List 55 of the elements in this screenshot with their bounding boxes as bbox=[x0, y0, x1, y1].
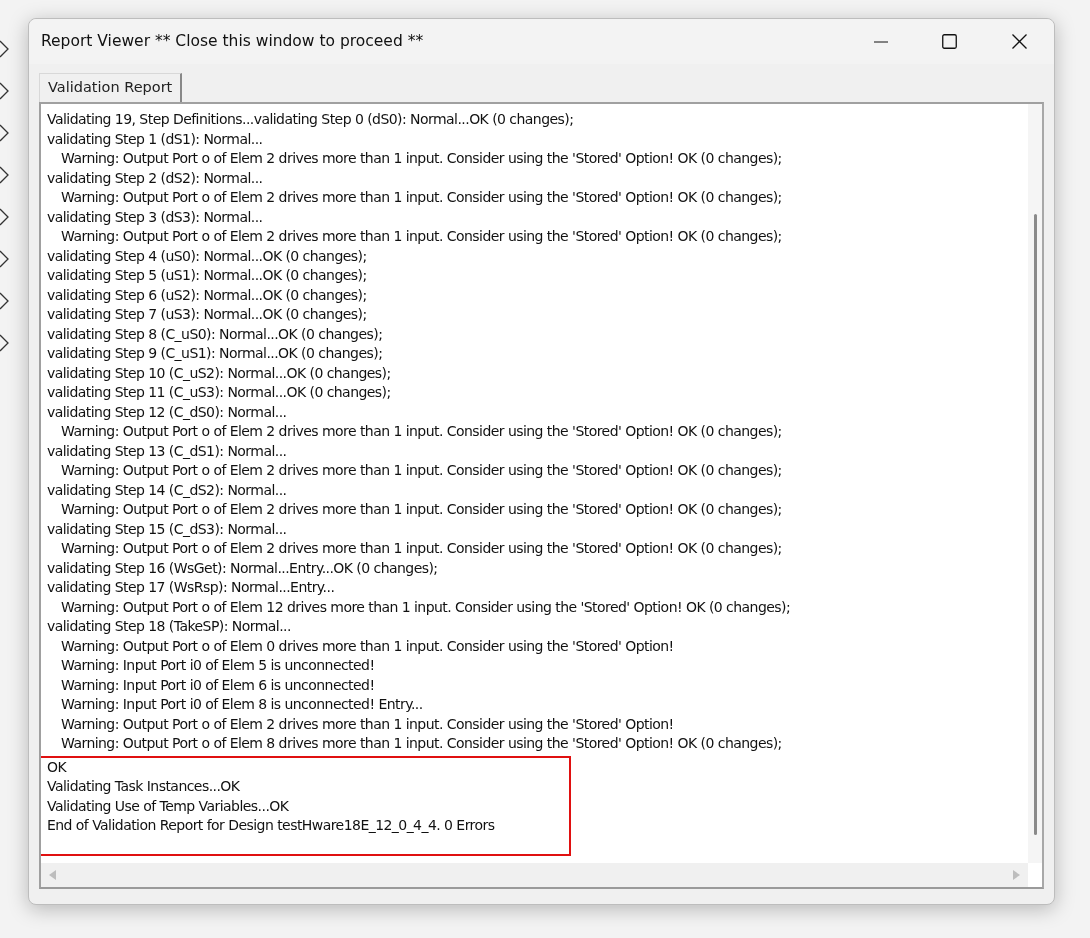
chevron-icon bbox=[0, 208, 9, 226]
chevron-icon bbox=[0, 40, 9, 58]
report-line: validating Step 17 (WsRsp): Normal...Entry... bbox=[47, 578, 335, 597]
chevron-icon bbox=[0, 82, 9, 100]
report-line: Warning: Input Port i0 of Elem 6 is unconnected! bbox=[60, 675, 375, 695]
report-line: Warning: Output Port o of Elem 12 drives more than 1 input. Consider using the 'Stored' Option! OK (0 changes); bbox=[60, 597, 791, 617]
report-line: validating Step 12 (C_dS0): Normal... bbox=[47, 402, 287, 422]
report-line: validating Step 18 (TakeSP): Normal... bbox=[47, 617, 291, 636]
report-line: validating Step 1 (dS1): Normal... bbox=[47, 129, 263, 149]
report-line: Warning: Output Port o of Elem 8 drives more than 1 input. Consider using the 'Stored' Option! OK (0 changes); bbox=[60, 734, 782, 753]
report-line: Warning: Output Port o of Elem 2 drives more than 1 input. Consider using the 'Stored' Option! OK (0 changes); bbox=[60, 500, 782, 519]
report-line: validating Step 3 (dS3): Normal... bbox=[47, 207, 263, 227]
report-line: validating Step 15 (C_dS3): Normal... bbox=[47, 519, 287, 539]
chevron-icon bbox=[0, 292, 9, 310]
report-line: validating Step 5 (uS1): Normal...OK (0 changes); bbox=[47, 266, 367, 285]
report-line: Validating 19, Step Definitions...validating Step 0 (dS0): Normal...OK (0 changes); bbox=[47, 110, 574, 129]
report-line: Validating Use of Temp Variables...OK bbox=[47, 796, 289, 816]
report-line: Warning: Input Port i0 of Elem 5 is unconnected! bbox=[60, 656, 375, 675]
report-line: Warning: Output Port o of Elem 2 drives more than 1 input. Consider using the 'Stored' Option! OK (0 changes); bbox=[60, 461, 782, 480]
report-line: Warning: Output Port o of Elem 2 drives more than 1 input. Consider using the 'Stored' Option! OK (0 changes); bbox=[60, 422, 782, 441]
scrollbar-thumb[interactable] bbox=[1033, 214, 1037, 835]
vertical-scrollbar[interactable] bbox=[1028, 104, 1042, 863]
report-line: validating Step 10 (C_uS2): Normal...OK (0 changes); bbox=[47, 363, 391, 383]
report-line: validating Step 8 (C_uS0): Normal...OK (0 changes); bbox=[47, 324, 383, 344]
report-line: validating Step 11 (C_uS3): Normal...OK (0 changes); bbox=[47, 383, 391, 402]
report-line: Warning: Output Port o of Elem 2 drives more than 1 input. Consider using the 'Stored' Option! OK (0 changes); bbox=[60, 188, 782, 207]
report-line: OK bbox=[47, 757, 67, 777]
tab[interactable]: Validation Report bbox=[39, 73, 183, 102]
close-icon bbox=[1011, 34, 1027, 49]
report-line: Warning: Output Port o of Elem 2 drives more than 1 input. Consider using the 'Stored' Option! bbox=[60, 714, 674, 734]
report-line: Warning: Output Port o of Elem 2 drives more than 1 input. Consider using the 'Stored' Option! OK (0 changes); bbox=[60, 149, 782, 168]
report-line: validating Step 9 (C_uS1): Normal...OK (0 changes); bbox=[47, 344, 383, 363]
window-title: Report Viewer ** Close this window to proceed ** bbox=[41, 30, 425, 52]
chevron-icon bbox=[0, 250, 9, 268]
chevron-icon bbox=[0, 334, 9, 352]
report-line: validating Step 4 (uS0): Normal...OK (0 changes); bbox=[47, 246, 367, 266]
report-line: validating Step 6 (uS2): Normal...OK (0 changes); bbox=[47, 285, 367, 305]
report-line: Warning: Output Port o of Elem 0 drives more than 1 input. Consider using the 'Stored' Option! bbox=[60, 636, 674, 656]
minimize-icon bbox=[874, 40, 888, 43]
report-line: Warning: Input Port i0 of Elem 8 is unconnected! Entry... bbox=[60, 695, 423, 714]
scroll-left-icon[interactable] bbox=[49, 870, 56, 880]
maximize-icon bbox=[941, 34, 957, 49]
chevron-icon bbox=[0, 166, 9, 184]
chevron-icon bbox=[0, 124, 9, 142]
scroll-right-icon[interactable] bbox=[1013, 870, 1020, 880]
report-line: Warning: Output Port o of Elem 2 drives more than 1 input. Consider using the 'Stored' Option! OK (0 changes); bbox=[60, 539, 782, 558]
report-line: End of Validation Report for Design testHware18E_12_0_4_4. 0 Errors bbox=[47, 816, 495, 835]
report-line: validating Step 13 (C_dS1): Normal... bbox=[47, 441, 287, 461]
report-line: validating Step 14 (C_dS2): Normal... bbox=[47, 480, 287, 500]
report-line: Warning: Output Port o of Elem 2 drives more than 1 input. Consider using the 'Stored' Option! OK (0 changes); bbox=[60, 227, 782, 246]
report-line: Validating Task Instances...OK bbox=[47, 777, 240, 796]
report-line: validating Step 2 (dS2): Normal... bbox=[47, 168, 263, 188]
report-line: validating Step 7 (uS3): Normal...OK (0 changes); bbox=[47, 305, 367, 324]
horizontal-scrollbar[interactable] bbox=[41, 863, 1028, 887]
report-line: validating Step 16 (WsGet): Normal...Entry...OK (0 changes); bbox=[47, 558, 438, 578]
